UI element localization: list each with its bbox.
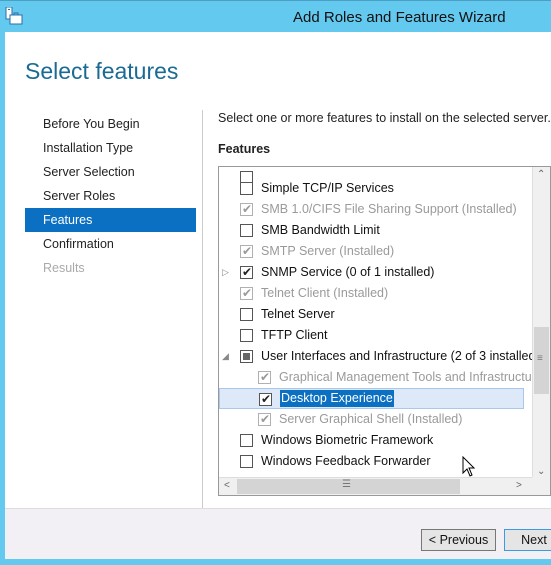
checkmark-icon: ✔: [260, 370, 271, 384]
feature-label: Telnet Client (Installed): [261, 286, 389, 300]
grip-icon: ☰: [342, 479, 351, 490]
scroll-right-icon[interactable]: >: [516, 480, 522, 491]
feature-row[interactable]: SMB Bandwidth Limit: [219, 220, 524, 241]
feature-row[interactable]: ✔ Graphical Management Tools and Infrastr…: [219, 367, 550, 388]
feature-label: Windows Biometric Framework: [261, 433, 434, 447]
horizontal-scroll-thumb[interactable]: ☰: [237, 479, 460, 494]
feature-checkbox[interactable]: [240, 182, 253, 195]
nav-item-server-roles[interactable]: Server Roles: [25, 184, 196, 208]
footer-bar: < Previous Next: [5, 508, 551, 559]
title-bar[interactable]: Add Roles and Features Wizard: [0, 0, 551, 32]
feature-checkbox: ✔: [240, 244, 253, 258]
nav-item-server-selection[interactable]: Server Selection: [25, 160, 196, 184]
page-title: Select features: [25, 58, 179, 84]
horizontal-scrollbar[interactable]: < ☰ >: [219, 477, 532, 495]
vertical-scrollbar[interactable]: ⌃ ≡ ⌄: [532, 167, 550, 479]
vertical-scroll-thumb[interactable]: ≡: [534, 327, 549, 394]
feature-label: SMB Bandwidth Limit: [261, 223, 380, 237]
feature-row[interactable]: Telnet Server: [219, 304, 524, 325]
feature-checkbox[interactable]: [240, 308, 253, 321]
feature-checkbox[interactable]: ✔: [259, 392, 272, 406]
feature-row[interactable]: ✔ Desktop Experience: [219, 388, 524, 409]
wizard-nav: Before You Begin Installation Type Server …: [25, 112, 196, 280]
nav-item-results: Results: [43, 261, 85, 275]
scroll-up-icon[interactable]: ⌃: [537, 169, 545, 180]
feature-row[interactable]: ✔ Server Graphical Shell (Installed): [219, 409, 524, 430]
feature-checkbox: ✔: [240, 202, 253, 216]
feature-label: SNMP Service (0 of 1 installed): [261, 265, 435, 279]
feature-checkbox[interactable]: [240, 434, 253, 447]
features-tree[interactable]: Simple TCP/IP Services ✔ SMB 1.0/CIFS File…: [218, 166, 551, 496]
feature-row[interactable]: Windows Feedback Forwarder: [219, 451, 524, 472]
feature-label: User Interfaces and Infrastructure (2 of…: [261, 349, 540, 363]
feature-checkbox: ✔: [258, 370, 271, 384]
wizard-content: Select features Before You Begin Installa…: [5, 32, 551, 559]
checkmark-icon: ✔: [261, 392, 272, 406]
feature-checkbox[interactable]: [240, 224, 253, 237]
partial-check-icon: [243, 353, 250, 360]
instructions-text: Select one or more features to install o…: [218, 111, 551, 125]
feature-label: SMB 1.0/CIFS File Sharing Support (Insta…: [261, 202, 517, 216]
feature-checkbox[interactable]: [240, 329, 253, 342]
checkmark-icon: ✔: [242, 286, 253, 300]
feature-label: Graphical Management Tools and Infrastru…: [279, 370, 550, 384]
grip-icon: ≡: [537, 353, 543, 364]
server-manager-icon: [5, 7, 23, 25]
feature-row[interactable]: ✔ SMTP Server (Installed): [219, 241, 524, 262]
feature-row[interactable]: Simple TCP/IP Services: [219, 178, 524, 199]
wizard-window: Add Roles and Features Wizard Select fea…: [0, 0, 551, 565]
checkmark-icon: ✔: [242, 265, 253, 279]
feature-row[interactable]: ▷ ✔ SNMP Service (0 of 1 installed): [219, 262, 524, 283]
feature-row[interactable]: ◢ User Interfaces and Infrastructure (2 o…: [219, 346, 540, 367]
nav-item-features[interactable]: Features: [25, 208, 196, 232]
features-label: Features: [218, 142, 271, 156]
feature-checkbox: ✔: [240, 286, 253, 300]
next-button[interactable]: Next: [504, 529, 551, 551]
feature-label: SMTP Server (Installed): [261, 244, 395, 258]
feature-label: Telnet Server: [261, 307, 335, 321]
collapsed-arrow-icon[interactable]: ▷: [222, 262, 232, 283]
previous-button[interactable]: < Previous: [421, 529, 496, 551]
feature-label: Windows Feedback Forwarder: [261, 454, 431, 468]
feature-row[interactable]: ✔ Telnet Client (Installed): [219, 283, 524, 304]
expanded-arrow-icon[interactable]: ◢: [222, 346, 232, 367]
nav-divider: [202, 110, 203, 520]
feature-label: Server Graphical Shell (Installed): [279, 412, 463, 426]
scrollbar-corner: [532, 477, 550, 495]
feature-row[interactable]: TFTP Client: [219, 325, 524, 346]
feature-checkbox: ✔: [258, 412, 271, 426]
mouse-cursor-icon: [462, 456, 476, 477]
nav-item-confirmation[interactable]: Confirmation: [25, 232, 196, 256]
window-title: Add Roles and Features Wizard: [293, 9, 506, 26]
feature-checkbox[interactable]: [240, 350, 253, 363]
checkmark-icon: ✔: [242, 202, 253, 216]
nav-item-installation-type[interactable]: Installation Type: [25, 136, 196, 160]
checkmark-icon: ✔: [260, 412, 271, 426]
feature-label: TFTP Client: [261, 328, 328, 342]
feature-checkbox[interactable]: ✔: [240, 265, 253, 279]
feature-row[interactable]: [219, 167, 524, 184]
feature-label: Desktop Experience: [280, 390, 394, 407]
scroll-down-icon[interactable]: ⌄: [537, 466, 545, 477]
feature-row[interactable]: Windows Biometric Framework: [219, 430, 524, 451]
feature-label: Simple TCP/IP Services: [261, 181, 394, 195]
feature-row[interactable]: ✔ SMB 1.0/CIFS File Sharing Support (Inst…: [219, 199, 524, 220]
scroll-left-icon[interactable]: <: [224, 480, 230, 491]
nav-item-before-you-begin[interactable]: Before You Begin: [25, 112, 196, 136]
feature-checkbox[interactable]: [240, 455, 253, 468]
checkmark-icon: ✔: [242, 244, 253, 258]
